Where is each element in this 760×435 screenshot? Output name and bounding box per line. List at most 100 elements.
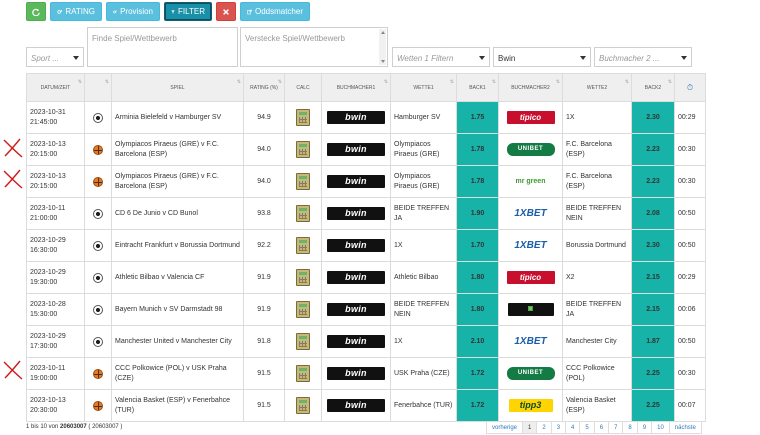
col-back2[interactable]: BACK2 ⇅	[631, 73, 675, 102]
calc-cell[interactable]	[284, 293, 322, 326]
back1-cell[interactable]: 1.78	[456, 165, 499, 198]
back2-cell[interactable]: 2.23	[631, 165, 675, 198]
calculator-icon[interactable]	[296, 301, 310, 318]
bookmaker2-cell[interactable]: 1XBET	[498, 197, 563, 230]
calc-cell[interactable]	[284, 133, 322, 166]
bookmaker2-cell[interactable]: mr green	[498, 165, 563, 198]
scrollbar[interactable]	[379, 29, 386, 65]
back1-cell[interactable]: 1.72	[456, 357, 499, 390]
bookmaker2-cell[interactable]: 1XBET	[498, 229, 563, 262]
bookmaker1-select[interactable]: Bwin	[493, 47, 591, 67]
tipico-logo[interactable]: tipico	[506, 111, 555, 124]
bookmaker1-cell[interactable]: bwin	[321, 357, 391, 390]
back2-cell[interactable]: 2.30	[631, 229, 675, 262]
unibet-logo[interactable]: UNIBET	[506, 143, 555, 156]
oddsmatcher-button[interactable]: Oddsmatcher	[240, 2, 310, 21]
refresh-button[interactable]	[26, 2, 46, 21]
table-row[interactable]: 2023-10-13 20:30:00 Valencia Basket (ESP) …	[26, 389, 706, 422]
bookmaker2-cell[interactable]: tipico	[498, 101, 563, 134]
hide-game-input[interactable]: Verstecke Spiel/Wettbewerb	[240, 27, 388, 67]
back2-cell[interactable]: 2.30	[631, 101, 675, 134]
calc-cell[interactable]	[284, 261, 322, 294]
bookmaker2-cell[interactable]: UNIBET	[498, 357, 563, 390]
pagination-page[interactable]: 4	[565, 421, 581, 434]
col-wette2[interactable]: WETTE2 ⇅	[562, 73, 632, 102]
calc-cell[interactable]	[284, 325, 322, 358]
provision-button[interactable]: Provision	[106, 2, 160, 21]
bwin-logo[interactable]: bwin	[327, 399, 385, 412]
bwin-logo[interactable]: bwin	[327, 271, 385, 284]
back2-cell[interactable]: 2.25	[631, 357, 675, 390]
bookmaker2-cell[interactable]: UNIBET	[498, 133, 563, 166]
table-row[interactable]: 2023-10-31 21:45:00 Arminia Bielefeld v Ha…	[26, 101, 706, 134]
table-row[interactable]: 2023-10-29 17:30:00 Manchester United v Ma…	[26, 325, 706, 358]
calculator-icon[interactable]	[296, 333, 310, 350]
game-cell[interactable]: Olympiacos Piraeus (GRE) v F.C. Barcelon…	[111, 133, 244, 166]
bookmaker2-cell[interactable]: tipico	[498, 261, 563, 294]
col-back1[interactable]: BACK1 ⇅	[456, 73, 499, 102]
calculator-icon[interactable]	[296, 205, 310, 222]
filter-button[interactable]: FILTER	[164, 2, 212, 21]
back1-cell[interactable]: 1.72	[456, 389, 499, 422]
calc-cell[interactable]	[284, 101, 322, 134]
pagination-page[interactable]: 3	[550, 421, 567, 434]
bookmaker1-cell[interactable]: bwin	[321, 293, 391, 326]
calculator-icon[interactable]	[296, 397, 310, 414]
table-row[interactable]: 2023-10-29 19:30:00 Athletic Bilbao v Vale…	[26, 261, 706, 294]
bookmaker2-select[interactable]: Buchmacher 2 ...	[594, 47, 692, 67]
col-wette1[interactable]: WETTE1 ⇅	[390, 73, 457, 102]
bookmaker1-cell[interactable]: bwin	[321, 165, 391, 198]
bookmaker2-cell[interactable]: tipp3	[498, 389, 563, 422]
table-row[interactable]: 2023-10-13 20:15:00 Olympiacos Piraeus (GR…	[26, 165, 706, 198]
pagination-page[interactable]: 2	[536, 421, 552, 434]
sport-select[interactable]: Sport ...	[26, 47, 84, 67]
col-buchmacher2[interactable]: BUCHMACHER2 ⇅	[498, 73, 563, 102]
bwin-logo[interactable]: bwin	[327, 175, 385, 188]
col-sport[interactable]: ⇅	[84, 73, 112, 102]
bwin-logo[interactable]: bwin	[327, 143, 385, 156]
game-cell[interactable]: Bayern Munich v SV Darmstadt 98	[111, 293, 244, 326]
calc-cell[interactable]	[284, 165, 322, 198]
pagination-page[interactable]: 7	[608, 421, 624, 434]
col-datum[interactable]: DATUM/ZEIT ⇅	[26, 73, 85, 102]
table-row[interactable]: 2023-10-11 21:00:00 CD 6 De Junio v CD Bun…	[26, 197, 706, 230]
rating-button[interactable]: RATING	[50, 2, 102, 21]
calculator-icon[interactable]	[296, 269, 310, 286]
1xbet-logo[interactable]: 1XBET	[508, 335, 554, 348]
table-row[interactable]: 2023-10-29 16:30:00 Eintracht Frankfurt v …	[26, 229, 706, 262]
pagination-page[interactable]: 8	[622, 421, 638, 434]
pagination-page[interactable]: 5	[579, 421, 595, 434]
calc-cell[interactable]	[284, 229, 322, 262]
back1-cell[interactable]: 1.80	[456, 261, 499, 294]
col-rating[interactable]: RATING (%) ⇅	[243, 73, 285, 102]
bwin-logo[interactable]: bwin	[327, 335, 385, 348]
bookmaker1-cell[interactable]: bwin	[321, 133, 391, 166]
pagination-page[interactable]: 1	[522, 421, 538, 434]
mrgreen-logo[interactable]: mr green	[515, 173, 546, 190]
bookmaker2-cell[interactable]: 1XBET	[498, 325, 563, 358]
col-buchmacher1[interactable]: BUCHMACHER1 ⇅	[321, 73, 391, 102]
table-row[interactable]: 2023-10-13 20:15:00 Olympiacos Piraeus (GR…	[26, 133, 706, 166]
back1-cell[interactable]: 1.78	[456, 133, 499, 166]
back2-cell[interactable]: 2.25	[631, 389, 675, 422]
back1-cell[interactable]: 2.10	[456, 325, 499, 358]
pagination-page[interactable]: 10	[651, 421, 670, 434]
bookmaker1-cell[interactable]: bwin	[321, 101, 391, 134]
game-cell[interactable]: CCC Polkowice (POL) v USK Praha (CZE)	[111, 357, 244, 390]
bookmaker2-cell[interactable]: ▣	[498, 293, 563, 326]
game-cell[interactable]: Olympiacos Piraeus (GRE) v F.C. Barcelon…	[111, 165, 244, 198]
1xbet-logo[interactable]: 1XBET	[508, 207, 554, 220]
calc-cell[interactable]	[284, 197, 322, 230]
game-cell[interactable]: Eintracht Frankfurt v Borussia Dortmund	[111, 229, 244, 262]
game-cell[interactable]: Arminia Bielefeld v Hamburger SV	[111, 101, 244, 134]
calc-cell[interactable]	[284, 389, 322, 422]
1xbet-logo[interactable]: 1XBET	[508, 239, 554, 252]
back1-cell[interactable]: 1.75	[456, 101, 499, 134]
game-cell[interactable]: Valencia Basket (ESP) v Fenerbahce (TUR)	[111, 389, 244, 422]
tipico-logo[interactable]: tipico	[506, 271, 555, 284]
dark-logo[interactable]: ▣	[507, 303, 554, 316]
back1-cell[interactable]: 1.80	[456, 293, 499, 326]
back1-cell[interactable]: 1.90	[456, 197, 499, 230]
tipp3-logo[interactable]: tipp3	[508, 399, 553, 412]
back2-cell[interactable]: 2.15	[631, 261, 675, 294]
